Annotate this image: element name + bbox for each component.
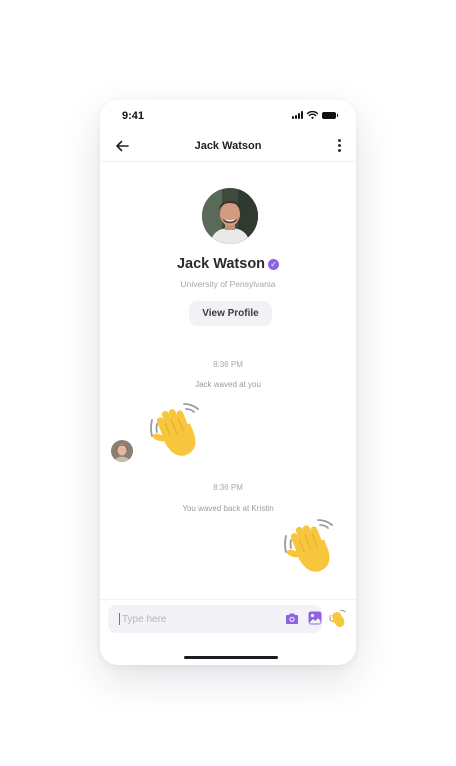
sender-avatar[interactable] <box>111 440 133 462</box>
profile-avatar[interactable] <box>202 188 258 244</box>
waving-hand-icon <box>150 403 199 456</box>
home-indicator[interactable] <box>184 656 278 659</box>
cellular-signal-icon <box>292 111 303 119</box>
nav-bar: Jack Watson <box>100 134 356 162</box>
view-profile-button[interactable]: View Profile <box>189 301 272 326</box>
status-bar: 9:41 <box>100 100 356 134</box>
gallery-icon[interactable] <box>308 611 322 625</box>
profile-name-row: Jack Watson ✓ <box>100 256 356 272</box>
message-event-text: Jack waved at you <box>195 380 261 389</box>
battery-icon <box>322 111 338 119</box>
wifi-icon <box>307 111 318 119</box>
message-timestamp: 8:36 PM <box>213 483 243 492</box>
camera-icon[interactable] <box>285 612 299 625</box>
message-composer <box>100 599 356 639</box>
wave-send-button[interactable] <box>329 609 349 629</box>
message-input[interactable] <box>122 605 272 633</box>
message-event-text: You waved back at Kristin <box>182 504 274 513</box>
waving-hand-icon <box>284 519 333 572</box>
profile-name: Jack Watson <box>176 256 266 272</box>
header-title: Jack Watson <box>194 140 262 152</box>
text-caret <box>119 613 120 625</box>
more-vertical-icon[interactable] <box>336 139 342 153</box>
phone-frame: 9:41 Jack Watson Jack Watson ✓ Universit… <box>100 100 356 665</box>
profile-school: University of Pensylvania <box>180 279 276 289</box>
verified-icon: ✓ <box>268 259 280 270</box>
message-timestamp: 8:36 PM <box>213 360 243 369</box>
status-icons <box>292 111 338 119</box>
message-input-container <box>108 605 322 633</box>
status-time: 9:41 <box>122 110 145 122</box>
